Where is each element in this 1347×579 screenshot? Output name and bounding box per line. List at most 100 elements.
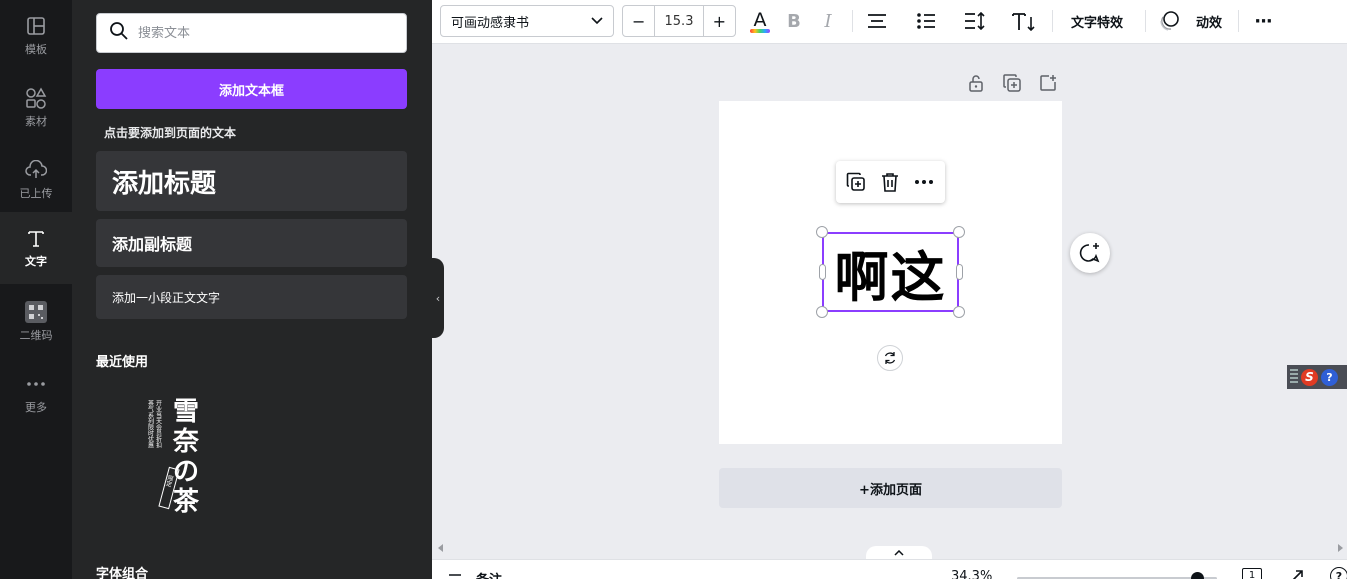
rail-item-elements[interactable]: 素材 (0, 72, 72, 144)
italic-button[interactable]: I (816, 5, 840, 37)
add-body-text-button[interactable]: 添加一小段正文文字 (96, 275, 407, 319)
animate-label: 动效 (1195, 15, 1222, 31)
more-horizontal-icon (915, 180, 933, 184)
line-spacing-icon (965, 12, 985, 30)
rail-label: 素材 (25, 115, 47, 128)
zoom-slider-knob[interactable] (1191, 572, 1204, 579)
notes-button[interactable]: 备注 (448, 569, 502, 579)
delete-element-button[interactable] (878, 170, 902, 194)
chevron-down-icon (591, 14, 603, 29)
trash-icon (882, 173, 898, 192)
notes-icon (449, 573, 465, 579)
expand-icon (1292, 570, 1303, 579)
recent-font-combo-thumbnail[interactable]: 雪 奈 の 茶 开业当天会员折扣 茶气系列限时优惠 限定 (132, 390, 222, 520)
ime-toolbar[interactable]: S ? (1287, 365, 1347, 389)
bold-icon: B (787, 10, 801, 32)
list-button[interactable] (913, 5, 939, 37)
rail-label: 文字 (25, 255, 47, 268)
thumb-char-4: 茶 (173, 487, 200, 517)
text-icon (25, 227, 47, 249)
thumb-side-text-2: 茶气系列限时优惠 (147, 399, 154, 448)
more-horizontal-icon: ··· (1254, 10, 1272, 32)
page-number: 1 (1248, 569, 1256, 579)
text-effects-button[interactable]: 文字特效 (1062, 5, 1132, 37)
template-icon (25, 15, 47, 37)
resize-handle-left[interactable] (819, 264, 826, 280)
text-color-icon: A (750, 9, 770, 33)
resize-handle-bottom-left[interactable] (816, 306, 828, 318)
add-textbox-button[interactable]: 添加文本框 (96, 69, 407, 109)
toolbar-divider (852, 10, 853, 32)
sogou-logo-icon[interactable]: S (1301, 368, 1318, 386)
scroll-left-arrow-icon[interactable] (438, 544, 443, 552)
chevron-left-icon: ‹ (435, 291, 441, 305)
search-icon (109, 21, 129, 45)
editor-footer: 备注 34.3% 1 ? (432, 559, 1347, 579)
rail-item-templates[interactable]: 模板 (0, 0, 72, 72)
unlock-icon (969, 75, 983, 92)
bold-button[interactable]: B (782, 5, 806, 37)
align-center-icon (868, 14, 886, 28)
question-icon: ? (1335, 569, 1343, 579)
resize-handle-right[interactable] (956, 264, 963, 280)
font-family-value: 可画动感隶书 (451, 15, 530, 31)
increase-font-size-button[interactable]: + (704, 6, 735, 36)
help-button[interactable]: ? (1330, 567, 1347, 579)
toolbar-more-button[interactable]: ··· (1250, 5, 1276, 37)
rotate-icon (884, 352, 896, 364)
font-size-input[interactable]: 15.3 (654, 6, 704, 36)
scroll-right-arrow-icon[interactable] (1338, 544, 1343, 552)
rotate-handle[interactable] (877, 345, 903, 371)
zoom-percentage[interactable]: 34.3% (951, 569, 992, 579)
duplicate-page-button[interactable] (1001, 72, 1023, 94)
chevron-up-icon (894, 550, 904, 556)
lock-page-button[interactable] (965, 72, 987, 94)
collapse-panel-button[interactable]: ‹ (432, 258, 444, 338)
element-more-button[interactable] (912, 170, 936, 194)
thumb-char-2: 奈 (172, 427, 200, 457)
drag-grip-icon[interactable] (1290, 369, 1298, 385)
search-input[interactable] (138, 25, 388, 41)
text-orientation-icon (1012, 13, 1035, 31)
font-size-stepper: − 15.3 + (622, 5, 736, 37)
add-page-icon-button[interactable] (1037, 72, 1059, 94)
recent-section-title: 最近使用 (96, 355, 149, 370)
duplicate-element-button[interactable] (844, 170, 868, 194)
thumb-char-1: 雪 (173, 397, 199, 427)
toolbar-divider (1145, 10, 1146, 32)
toolbar-divider (1052, 10, 1053, 32)
add-page-button[interactable]: +添加页面 (719, 468, 1062, 508)
qrcode-icon (25, 301, 47, 323)
bullet-list-icon (917, 13, 935, 29)
resize-handle-top-left[interactable] (816, 226, 828, 238)
fullscreen-button[interactable] (1290, 568, 1304, 579)
rail-label: 模板 (25, 43, 47, 56)
text-direction-button[interactable] (1011, 5, 1037, 37)
resize-handle-top-right[interactable] (953, 226, 965, 238)
more-icon (25, 373, 47, 395)
spacing-button[interactable] (962, 5, 988, 37)
left-rail: 模板 素材 已上传 文字 二维码 更多 (0, 0, 72, 579)
rail-item-uploads[interactable]: 已上传 (0, 144, 72, 216)
svg-text:A: A (754, 9, 767, 31)
help-icon[interactable]: ? (1321, 368, 1338, 386)
animate-button[interactable]: 动效 (1158, 5, 1222, 37)
selection-outline (822, 232, 959, 312)
editor-toolbar: 可画动感隶书 − 15.3 + A B I 文字特效 动效 ··· (432, 0, 1347, 44)
font-family-select[interactable]: 可画动感隶书 (440, 5, 614, 37)
decrease-font-size-button[interactable]: − (623, 6, 654, 36)
add-heading-button[interactable]: 添加标题 (96, 151, 407, 211)
add-comment-button[interactable] (1070, 233, 1110, 273)
expand-pages-button[interactable] (866, 546, 932, 560)
text-color-button[interactable]: A (746, 5, 774, 37)
resize-handle-bottom-right[interactable] (953, 306, 965, 318)
duplicate-icon (1003, 74, 1021, 92)
search-box[interactable] (96, 13, 407, 53)
rail-item-more[interactable]: 更多 (0, 358, 72, 430)
rail-item-qrcode[interactable]: 二维码 (0, 286, 72, 358)
page-count-button[interactable]: 1 (1242, 568, 1262, 579)
element-context-menu (836, 161, 945, 203)
align-center-button[interactable] (864, 5, 890, 37)
add-subheading-button[interactable]: 添加副标题 (96, 219, 407, 267)
rail-item-text[interactable]: 文字 (0, 212, 72, 284)
